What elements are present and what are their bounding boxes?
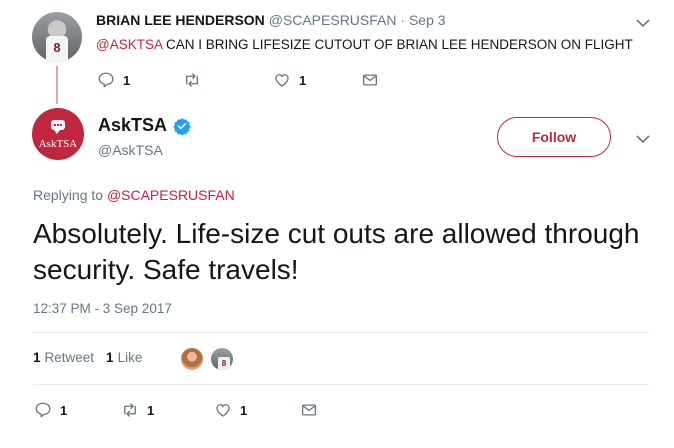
main-like-count: 1 bbox=[240, 402, 248, 418]
main-author-name-row[interactable]: AskTSA bbox=[98, 115, 191, 136]
main-author-handle[interactable]: @AskTSA bbox=[98, 142, 163, 158]
parent-tweet-text: @ASKTSA CAN I BRING LIFESIZE CUTOUT OF B… bbox=[96, 37, 633, 52]
parent-chevron-down-icon[interactable] bbox=[635, 15, 651, 31]
retweet-icon bbox=[124, 403, 136, 417]
parent-author-header[interactable]: BRIAN LEE HENDERSON @SCAPESRUSFAN · Sep … bbox=[96, 12, 446, 28]
engagement-stats: 1 Retweet 1 Like bbox=[33, 350, 142, 365]
main-reply-button[interactable]: 1 bbox=[34, 401, 67, 419]
message-icon bbox=[301, 404, 317, 416]
parent-mention-link[interactable]: @ASKTSA bbox=[96, 37, 162, 52]
parent-like-count: 1 bbox=[299, 72, 307, 88]
parent-like-button[interactable]: 1 bbox=[273, 71, 306, 89]
tweet-timestamp[interactable]: 12:37 PM - 3 Sep 2017 bbox=[33, 301, 172, 316]
main-like-button[interactable]: 1 bbox=[214, 401, 247, 419]
replying-to-link[interactable]: @SCAPESRUSFAN bbox=[107, 187, 235, 203]
parent-author-handle[interactable]: @SCAPESRUSFAN bbox=[269, 12, 397, 28]
parent-message-button[interactable] bbox=[361, 71, 379, 89]
retweets-stat[interactable]: 1 Retweet bbox=[33, 350, 94, 365]
retweeter-jersey-number: 8 bbox=[218, 357, 230, 370]
thread-connector-line bbox=[56, 66, 58, 104]
verified-badge-icon bbox=[173, 117, 191, 135]
main-author-name[interactable]: AskTSA bbox=[98, 115, 167, 136]
parent-reply-button[interactable]: 1 bbox=[97, 71, 130, 89]
avatar-jersey-number: 8 bbox=[46, 36, 68, 62]
parent-tweet-date[interactable]: Sep 3 bbox=[409, 12, 446, 28]
divider-top bbox=[33, 332, 649, 333]
parent-author-name[interactable]: BRIAN LEE HENDERSON bbox=[96, 12, 265, 28]
divider-bottom bbox=[33, 384, 649, 385]
main-message-button[interactable] bbox=[300, 401, 318, 419]
reply-icon bbox=[35, 402, 51, 418]
parent-author-avatar[interactable]: 8 bbox=[32, 12, 82, 62]
main-retweet-count: 1 bbox=[147, 402, 155, 418]
main-retweet-button[interactable]: 1 bbox=[121, 401, 154, 419]
retweeter-avatar[interactable]: 8 bbox=[209, 346, 235, 372]
main-reply-count: 1 bbox=[60, 402, 68, 418]
parent-separator: · bbox=[396, 12, 409, 28]
likes-stat[interactable]: 1 Like bbox=[106, 350, 142, 365]
main-chevron-down-icon[interactable] bbox=[635, 131, 651, 147]
asktsa-avatar[interactable]: AskTSA bbox=[32, 108, 84, 160]
like-icon bbox=[216, 404, 230, 417]
main-tweet-text: Absolutely. Life-size cut outs are allow… bbox=[33, 218, 640, 285]
parent-retweet-button[interactable] bbox=[183, 71, 209, 89]
like-icon bbox=[275, 74, 289, 87]
reply-icon bbox=[98, 72, 114, 88]
message-icon bbox=[362, 74, 378, 86]
liker-avatar[interactable] bbox=[179, 346, 205, 372]
parent-reply-count: 1 bbox=[123, 72, 131, 88]
avatar-label: AskTSA bbox=[38, 138, 78, 150]
replying-to-line: Replying to @SCAPESRUSFAN bbox=[33, 187, 235, 203]
retweet-icon bbox=[186, 73, 198, 87]
follow-button[interactable]: Follow bbox=[497, 117, 611, 157]
